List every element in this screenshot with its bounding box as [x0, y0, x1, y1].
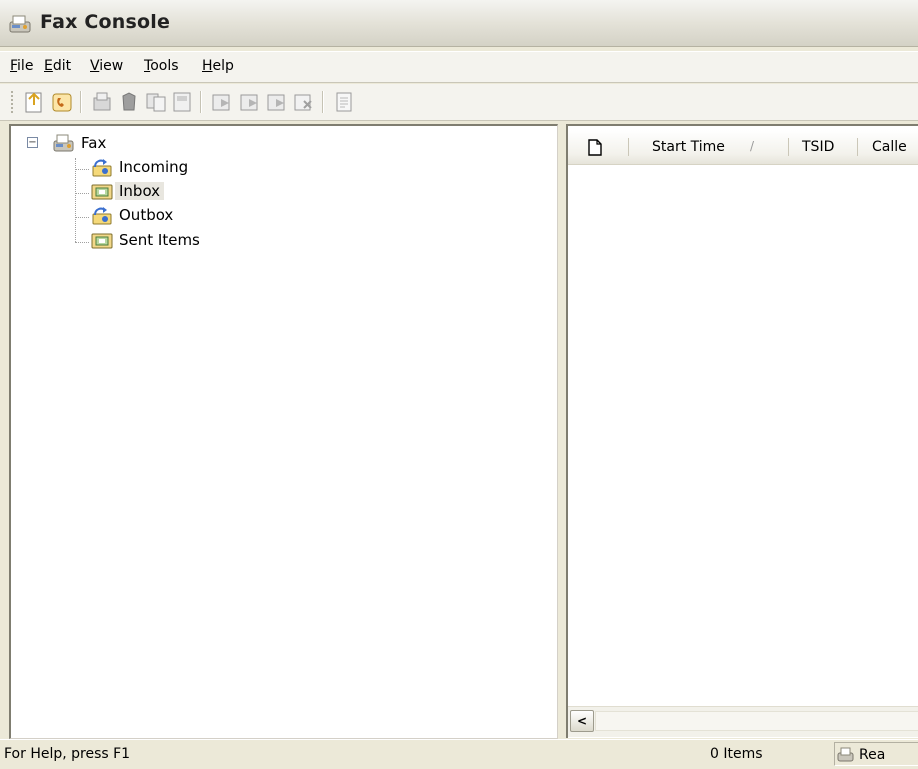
- tree-node-outbox[interactable]: Outbox: [91, 205, 231, 227]
- tree-node-inbox[interactable]: Inbox: [91, 181, 231, 203]
- menu-bar: File Edit View Tools Help: [0, 51, 918, 83]
- tree-connector: [75, 158, 76, 242]
- status-item-count: 0 Items: [710, 746, 763, 762]
- tree-connector: [75, 169, 89, 170]
- tree-node-fax[interactable]: Fax: [53, 133, 173, 155]
- fax-status-icon: [837, 747, 854, 762]
- tree-label: Sent Items: [119, 231, 200, 249]
- toolbar-grip[interactable]: [11, 91, 13, 113]
- folder-tree-pane[interactable]: − Fax Incoming Inbox Outbox Sent Items: [9, 124, 558, 739]
- collapse-expander[interactable]: −: [27, 137, 38, 148]
- save-icon[interactable]: [170, 90, 194, 114]
- scroll-track[interactable]: [595, 711, 918, 731]
- column-start-time[interactable]: Start Time: [652, 139, 725, 155]
- receive-fax-icon[interactable]: [50, 90, 74, 114]
- column-separator[interactable]: [857, 138, 858, 156]
- column-caller[interactable]: Calle: [872, 139, 907, 155]
- sent-items-folder-icon: [91, 233, 113, 249]
- horizontal-scrollbar[interactable]: <: [568, 706, 918, 737]
- column-tsid[interactable]: TSID: [802, 139, 834, 155]
- delete-icon[interactable]: [292, 90, 316, 114]
- tree-connector: [75, 217, 89, 218]
- tree-node-incoming[interactable]: Incoming: [91, 157, 231, 179]
- menu-file[interactable]: File: [10, 58, 33, 74]
- fax-list-pane[interactable]: Start Time / TSID Calle <: [566, 124, 918, 738]
- status-state-field: Rea: [834, 742, 918, 766]
- title-bar[interactable]: Fax Console: [0, 0, 918, 47]
- status-state-text: Rea: [859, 747, 886, 763]
- inbox-folder-icon: [91, 184, 113, 200]
- tree-label: Inbox: [115, 182, 165, 200]
- window-title: Fax Console: [40, 11, 171, 33]
- scroll-left-button[interactable]: <: [570, 710, 594, 732]
- column-separator[interactable]: [628, 138, 629, 156]
- toolbar-separator: [80, 91, 82, 113]
- mail-icon[interactable]: [265, 90, 289, 114]
- copy-icon[interactable]: [144, 90, 168, 114]
- fax-console-app-icon: [9, 15, 31, 33]
- column-separator[interactable]: [788, 138, 789, 156]
- tree-connector: [75, 193, 89, 194]
- fax-console-window: Fax Console File Edit View Tools Help − …: [0, 0, 918, 769]
- menu-view[interactable]: View: [90, 58, 123, 74]
- fax-icon: [53, 134, 74, 152]
- tree-connector: [75, 242, 89, 243]
- print-icon[interactable]: [117, 90, 141, 114]
- toolbar-separator: [322, 91, 324, 113]
- menu-tools[interactable]: Tools: [144, 58, 179, 74]
- outbox-folder-icon: [92, 207, 112, 225]
- tree-label: Outbox: [119, 206, 174, 224]
- tree-node-sent-items[interactable]: Sent Items: [91, 230, 251, 252]
- tree-label: Incoming: [119, 158, 189, 176]
- status-help-text: For Help, press F1: [4, 746, 131, 762]
- toolbar: [0, 84, 918, 121]
- document-icon[interactable]: [588, 139, 602, 156]
- reply-icon[interactable]: [238, 90, 262, 114]
- send-fax-icon[interactable]: [22, 90, 46, 114]
- menu-help[interactable]: Help: [202, 58, 234, 74]
- sort-indicator-icon: /: [750, 139, 755, 153]
- properties-icon[interactable]: [332, 90, 356, 114]
- toolbar-separator: [200, 91, 202, 113]
- status-bar: For Help, press F1 0 Items Rea: [0, 739, 918, 769]
- incoming-folder-icon: [92, 159, 112, 177]
- forward-icon[interactable]: [210, 90, 234, 114]
- view-icon[interactable]: [90, 90, 114, 114]
- list-header: Start Time / TSID Calle: [568, 130, 918, 165]
- tree-label: Fax: [81, 134, 107, 152]
- menu-edit[interactable]: Edit: [44, 58, 71, 74]
